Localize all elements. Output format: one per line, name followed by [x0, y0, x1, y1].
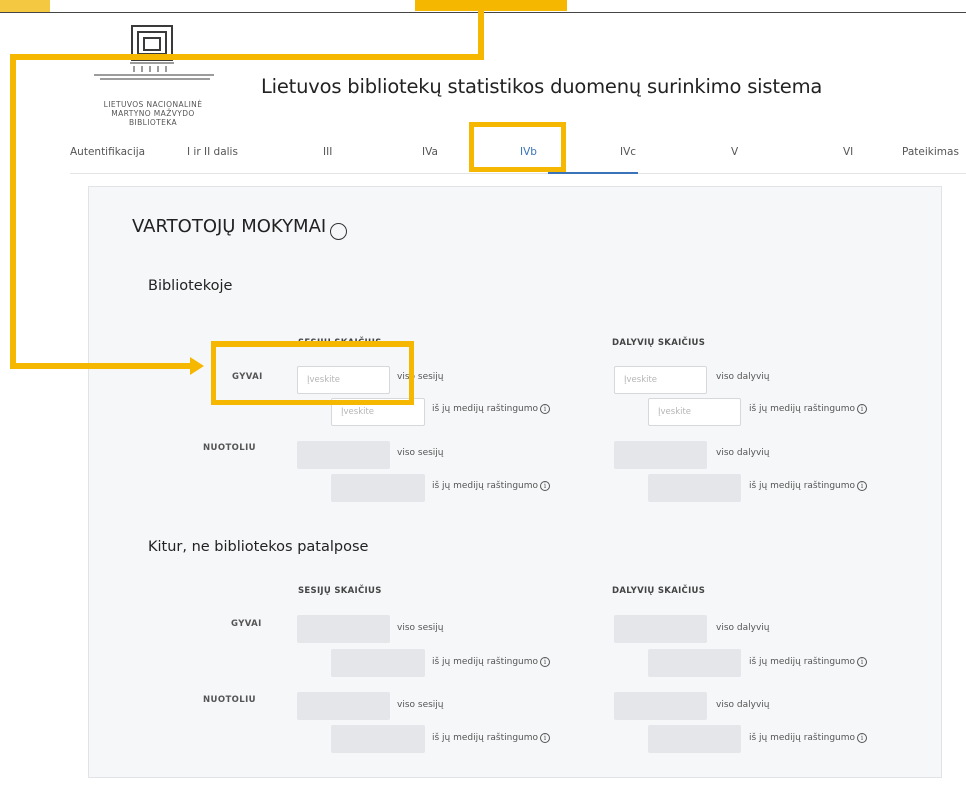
sessions-total-label: viso sesijų: [397, 448, 444, 458]
row-label-gyvai: GYVAI: [231, 619, 262, 629]
info-icon[interactable]: i: [540, 657, 551, 667]
participants-total-input-disabled: [614, 441, 707, 469]
sessions-total-input-disabled: [297, 615, 390, 643]
info-icon[interactable]: i: [857, 733, 868, 743]
tab-ivc[interactable]: IVc: [620, 146, 636, 158]
tab-iii[interactable]: III: [323, 146, 332, 158]
column-header-participants: DALYVIŲ SKAIČIUS: [612, 338, 706, 348]
participants-total-input-disabled: [614, 692, 707, 720]
tab-i-ir-ii-dalis[interactable]: I ir II dalis: [187, 146, 238, 158]
column-header-sessions: SESIJŲ SKAIČIUS: [298, 586, 382, 596]
sessions-media-label-text: iš jų medijų raštingumo: [432, 481, 539, 491]
participants-media-label: iš jų medijų raštingumo i: [749, 404, 868, 414]
participants-total-input[interactable]: [614, 366, 707, 394]
sessions-media-input-disabled: [331, 474, 425, 502]
column-header-participants: DALYVIŲ SKAIČIUS: [612, 586, 706, 596]
sessions-total-label: viso sesijų: [397, 700, 444, 710]
sessions-media-input-disabled: [331, 725, 425, 753]
library-logo[interactable]: LIETUVOS NACIONALINĖ MARTYNO MAŽVYDO BIB…: [76, 20, 226, 127]
participants-total-label: viso dalyvių: [716, 448, 770, 458]
page-title-text: VARTOTOJŲ MOKYMAI: [132, 216, 327, 237]
sessions-media-label: iš jų medijų raštingumo i: [432, 733, 551, 743]
annotation-arrow-icon: [190, 357, 204, 375]
participants-media-label-text: iš jų medijų raštingumo: [749, 404, 856, 414]
participants-total-label: viso dalyvių: [716, 700, 770, 710]
participants-media-label: iš jų medijų raštingumo i: [749, 733, 868, 743]
site-title: Lietuvos bibliotekų statistikos duomenų …: [261, 75, 823, 98]
row-label-nuotoliu: NUOTOLIU: [203, 695, 256, 705]
row-label-nuotoliu: NUOTOLIU: [203, 443, 256, 453]
annotation-connector: [478, 0, 484, 58]
tab-vi[interactable]: VI: [843, 146, 853, 158]
participants-media-label: iš jų medijų raštingumo i: [749, 657, 868, 667]
info-icon[interactable]: ⓘ: [330, 223, 348, 240]
annotation-highlight-top: [415, 0, 567, 11]
participants-total-label: viso dalyvių: [716, 372, 770, 382]
info-icon[interactable]: i: [540, 733, 551, 743]
annotation-connector: [10, 54, 16, 368]
sessions-media-label: iš jų medijų raštingumo i: [432, 404, 551, 414]
info-icon[interactable]: i: [540, 481, 551, 491]
sessions-media-label-text: iš jų medijų raštingumo: [432, 657, 539, 667]
participants-media-input-disabled: [648, 649, 741, 677]
top-accent: [0, 0, 50, 12]
tab-pateikimas[interactable]: Pateikimas: [902, 146, 959, 158]
section-title-kitur: Kitur, ne bibliotekos patalpose: [148, 539, 369, 555]
participants-media-label-text: iš jų medijų raštingumo: [749, 481, 856, 491]
info-icon[interactable]: i: [857, 404, 868, 414]
sessions-media-label-text: iš jų medijų raštingumo: [432, 733, 539, 743]
participants-media-label-text: iš jų medijų raštingumo: [749, 733, 856, 743]
participants-media-label: iš jų medijų raštingumo i: [749, 481, 868, 491]
participants-media-input-disabled: [648, 474, 741, 502]
tab-autentifikacija[interactable]: Autentifikacija: [70, 146, 145, 158]
participants-media-input-disabled: [648, 725, 741, 753]
annotation-connector: [10, 363, 190, 369]
participants-media-input[interactable]: [648, 398, 741, 426]
annotation-box-gyvai-sessions: [211, 341, 414, 405]
sessions-total-input-disabled: [297, 692, 390, 720]
info-icon[interactable]: i: [857, 481, 868, 491]
participants-total-label: viso dalyvių: [716, 623, 770, 633]
section-title-bibliotekoje: Bibliotekoje: [148, 278, 233, 294]
annotation-box-ivb-tab: [469, 122, 566, 172]
tab-iva[interactable]: IVa: [422, 146, 438, 158]
page-title: VARTOTOJŲ MOKYMAIⓘ: [132, 216, 348, 240]
info-icon[interactable]: i: [540, 404, 551, 414]
sessions-total-label: viso sesijų: [397, 623, 444, 633]
sessions-media-label: iš jų medijų raštingumo i: [432, 481, 551, 491]
participants-media-label-text: iš jų medijų raštingumo: [749, 657, 856, 667]
tab-v[interactable]: V: [731, 146, 738, 158]
active-tab-indicator: [548, 172, 638, 174]
participants-total-input-disabled: [614, 615, 707, 643]
sessions-total-input-disabled: [297, 441, 390, 469]
info-icon[interactable]: i: [857, 657, 868, 667]
sessions-media-label-text: iš jų medijų raštingumo: [432, 404, 539, 414]
annotation-connector: [10, 54, 484, 60]
sessions-media-label: iš jų medijų raštingumo i: [432, 657, 551, 667]
sessions-media-input-disabled: [331, 649, 425, 677]
library-logo-text: LIETUVOS NACIONALINĖ MARTYNO MAŽVYDO BIB…: [103, 100, 203, 127]
